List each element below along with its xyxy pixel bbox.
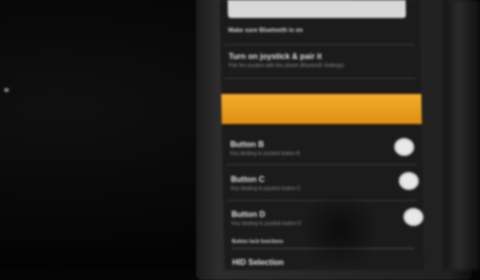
- selected-row-highlight[interactable]: [221, 94, 422, 124]
- button-d-toggle[interactable]: [403, 208, 424, 226]
- button-c-toggle[interactable]: [398, 172, 419, 190]
- light-reflection: [4, 88, 9, 92]
- button-b-subtitle: Key binding to joystick button B: [230, 151, 300, 157]
- button-b-title: Button B: [230, 140, 265, 149]
- phone-edge: [444, 0, 480, 270]
- pair-joystick-item[interactable]: Turn on joystick & pair it Pair the joys…: [229, 52, 411, 69]
- pair-joystick-title: Turn on joystick & pair it: [228, 52, 322, 61]
- button-b-toggle[interactable]: [394, 138, 415, 156]
- divider: [224, 44, 415, 45]
- bluetooth-hint-text: Make sure Bluetooth is on: [228, 28, 303, 34]
- divider: [225, 78, 416, 79]
- finger-shadow: [300, 190, 380, 270]
- bluetooth-hint: Make sure Bluetooth is on: [228, 28, 410, 34]
- button-c-title: Button C: [230, 175, 265, 184]
- divider: [226, 164, 417, 165]
- title-bar: [227, 0, 406, 18]
- pair-joystick-subtitle: Pair the joystick with this phone (Bluet…: [228, 63, 344, 69]
- button-b-item[interactable]: Button B Key binding to joystick button …: [230, 140, 412, 157]
